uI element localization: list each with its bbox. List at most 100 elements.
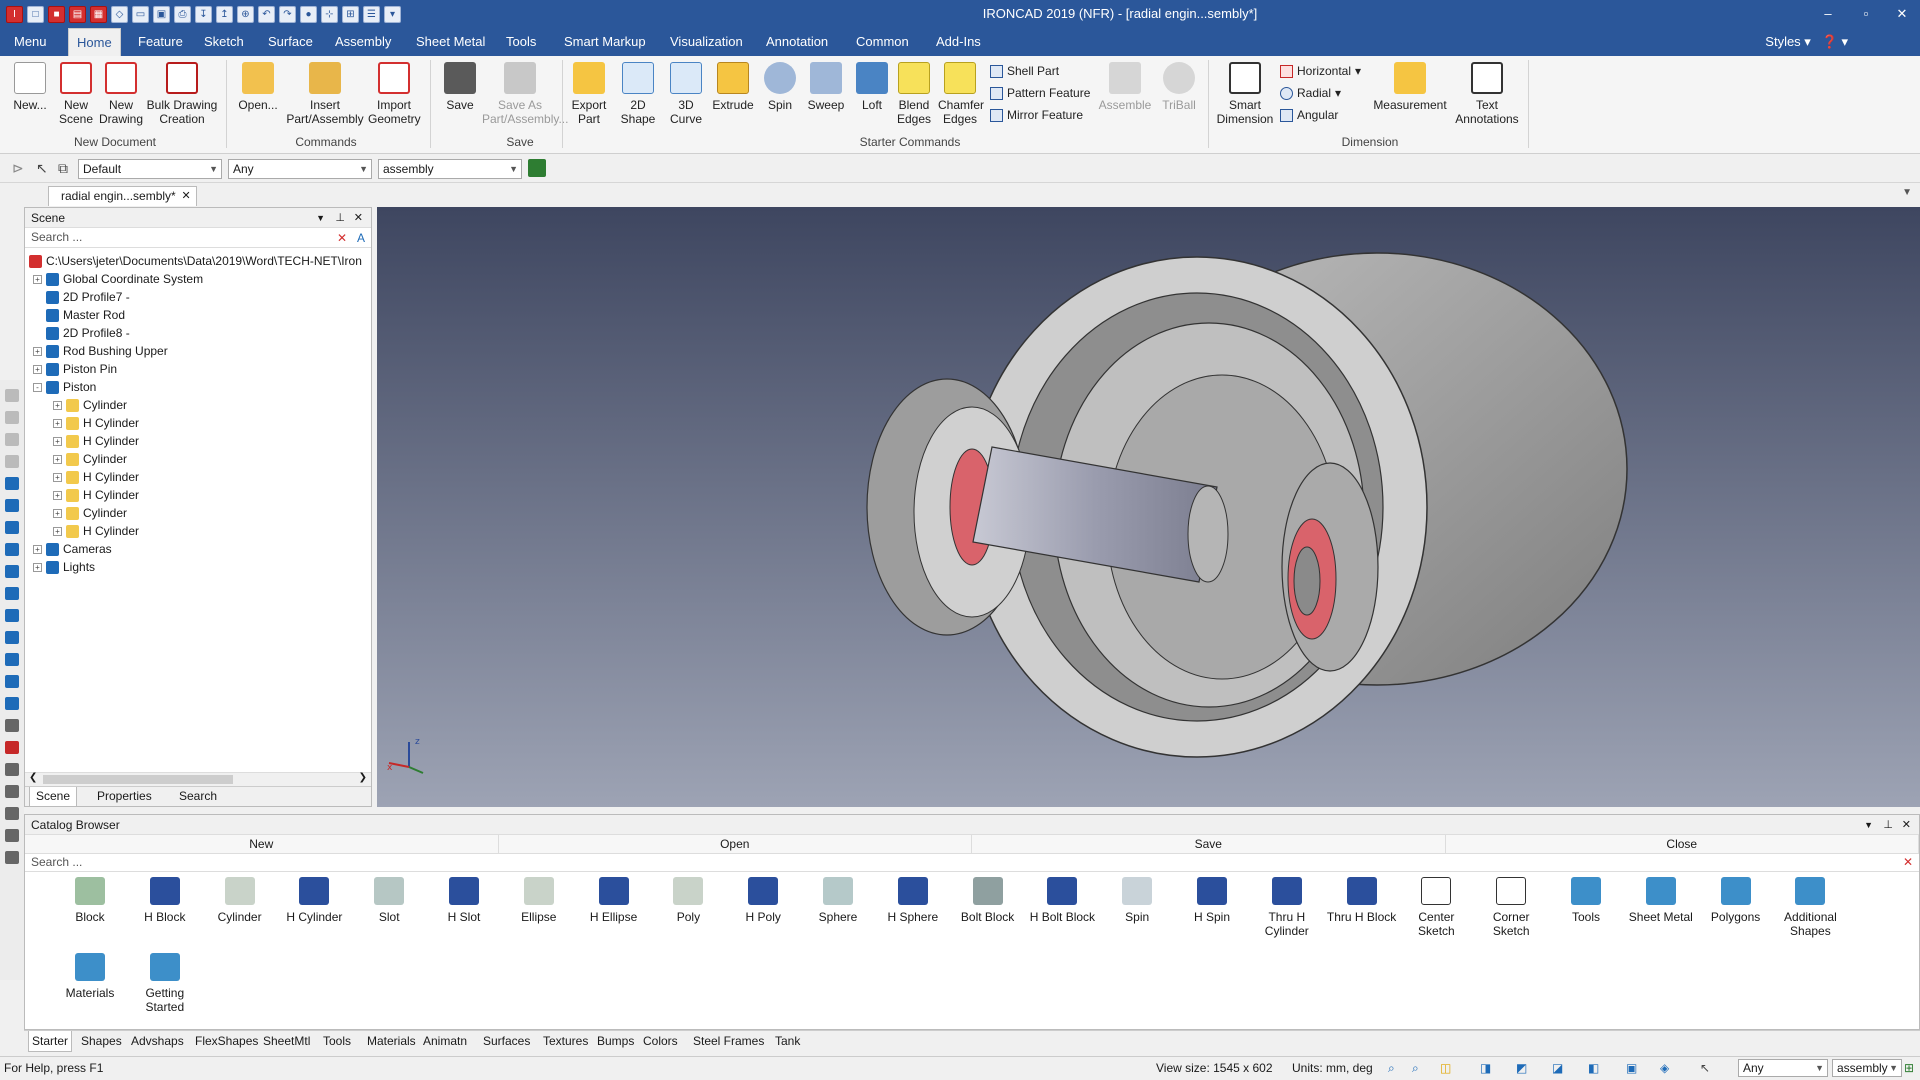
select-icon[interactable]: ↖ [1700, 1057, 1710, 1079]
catalog-item[interactable]: Getting Started [128, 953, 202, 1014]
catalog-item[interactable]: Tools [1549, 877, 1623, 924]
expand-toggle-icon[interactable]: + [53, 400, 62, 410]
catalog-new-button[interactable]: New [25, 835, 499, 853]
view-tool-icon[interactable] [5, 411, 19, 424]
save-as-button[interactable]: Save As Part/Assembly... [482, 62, 568, 126]
view-tool-icon[interactable] [5, 521, 19, 534]
tree-item[interactable]: + Cylinder [53, 450, 127, 468]
expand-toggle-icon[interactable]: + [53, 472, 62, 482]
chevron-down-icon[interactable]: ▼ [1902, 187, 1912, 198]
clear-search-icon[interactable]: ✕ [337, 229, 347, 247]
catalog-open-button[interactable]: Open [499, 835, 972, 853]
import-icon[interactable]: ↧ [195, 5, 212, 23]
expand-toggle-icon[interactable]: + [33, 364, 42, 374]
catalog-item[interactable]: H Bolt Block [1025, 877, 1099, 924]
triball-button[interactable]: TriBall [1156, 62, 1202, 112]
view-tool-icon[interactable] [5, 785, 19, 798]
catalog-tab[interactable]: Tank [772, 1031, 803, 1052]
insert-icon[interactable]: ⊕ [237, 5, 254, 23]
style-combo[interactable]: Default ▼ [78, 159, 222, 179]
level-combo[interactable]: assembly ▼ [378, 159, 522, 179]
catalog-item[interactable]: Corner Sketch [1474, 877, 1548, 938]
tab-feature[interactable]: Feature [130, 28, 191, 56]
view-tool-icon[interactable] [5, 477, 19, 490]
loft-button[interactable]: Loft [850, 62, 894, 112]
expand-toggle-icon[interactable]: + [53, 490, 62, 500]
expand-toggle-icon[interactable]: + [33, 274, 42, 284]
tree-item[interactable]: + H Cylinder [53, 486, 139, 504]
tab-home[interactable]: Home [68, 28, 121, 56]
chevron-down-icon[interactable]: ▼ [316, 208, 325, 228]
tree-item[interactable]: 2D Profile8 - [33, 324, 130, 342]
close-window-button[interactable]: ✕ [1887, 4, 1917, 24]
catalog-item[interactable]: Sphere [801, 877, 875, 924]
catalog-tab[interactable]: Tools [320, 1031, 354, 1052]
catalog-item[interactable]: H Ellipse [577, 877, 651, 924]
catalog-item[interactable]: H Sphere [876, 877, 950, 924]
options-icon[interactable]: ⊞ [342, 5, 359, 23]
shading-icon[interactable]: ◪ [1552, 1057, 1563, 1079]
catalog-search-input[interactable]: Search ... ✕ [25, 854, 1919, 872]
display-icon[interactable]: ◧ [1588, 1057, 1599, 1079]
catalog-tab[interactable]: Shapes [78, 1031, 125, 1052]
pin-icon[interactable]: ⊥ [1883, 815, 1893, 835]
new-button[interactable]: New... [8, 62, 52, 112]
catalog-tab[interactable]: Bumps [594, 1031, 637, 1052]
tree-item[interactable]: + Lights [33, 558, 95, 576]
status-level-combo[interactable]: assembly ▼ [1832, 1059, 1902, 1077]
catalog-item[interactable]: H Cylinder [277, 877, 351, 924]
expand-toggle-icon[interactable]: - [33, 382, 42, 392]
view-tool-icon[interactable] [5, 807, 19, 820]
catalog-tab[interactable]: Animatn [420, 1031, 470, 1052]
tab-annotation[interactable]: Annotation [758, 28, 836, 56]
pin-icon[interactable]: ⊥ [335, 208, 345, 228]
view-tool-icon[interactable] [5, 697, 19, 710]
tab-properties[interactable]: Properties [91, 787, 158, 806]
angular-dimension-button[interactable]: Angular [1280, 108, 1338, 122]
2d-shape-button[interactable]: 2D Shape [616, 62, 660, 126]
catalog-tab[interactable]: SheetMtl [260, 1031, 313, 1052]
catalog-item[interactable]: H Slot [427, 877, 501, 924]
zoom-icon[interactable]: ⌕ [1388, 1057, 1395, 1079]
layout-icon[interactable]: ☰ [363, 5, 380, 23]
view-tool-icon[interactable] [5, 675, 19, 688]
section-view-icon[interactable]: ◩ [1516, 1057, 1527, 1079]
radial-dimension-button[interactable]: Radial ▾ [1280, 86, 1341, 100]
scene-horizontal-scrollbar[interactable]: ❮ ❯ [25, 772, 371, 786]
customize-qat-icon[interactable]: ▾ [384, 5, 401, 23]
new-scene-button[interactable]: New Scene [54, 62, 98, 126]
catalog-item[interactable]: Thru H Block [1325, 877, 1399, 924]
catalog-item[interactable]: Spin [1100, 877, 1174, 924]
scroll-right-icon[interactable]: ❯ [359, 772, 367, 783]
catalog-item[interactable]: Polygons [1699, 877, 1773, 924]
expand-toggle-icon[interactable]: + [53, 436, 62, 446]
scene-search-input[interactable]: Search ... ✕ A [25, 228, 371, 248]
view-tool-icon[interactable] [5, 719, 19, 732]
export-part-button[interactable]: Export Part [566, 62, 612, 126]
catalog-item[interactable]: Bolt Block [951, 877, 1025, 924]
chevron-down-icon[interactable]: ▼ [1864, 815, 1873, 835]
tree-item[interactable]: + H Cylinder [53, 414, 139, 432]
undo-icon[interactable]: ↶ [258, 5, 275, 23]
tab-scene[interactable]: Scene [29, 787, 78, 807]
catalog-tab[interactable]: Materials [364, 1031, 419, 1052]
expand-toggle-icon[interactable]: + [33, 544, 42, 554]
catalog-item[interactable]: Additional Shapes [1773, 877, 1847, 938]
tab-sheet-metal[interactable]: Sheet Metal [408, 28, 493, 56]
tree-item[interactable]: + Global Coordinate System [33, 270, 203, 288]
extrude-button[interactable]: Extrude [710, 62, 756, 112]
new-drawing-icon[interactable]: ▤ [69, 5, 86, 23]
render-icon[interactable]: ● [300, 5, 317, 23]
tab-add-ins[interactable]: Add-Ins [928, 28, 989, 56]
expand-toggle-icon[interactable]: + [53, 418, 62, 428]
spin-button[interactable]: Spin [758, 62, 802, 112]
minimize-button[interactable]: – [1813, 4, 1843, 24]
scene-icon[interactable]: ◇ [111, 5, 128, 23]
scene-tree-root[interactable]: C:\Users\jeter\Documents\Data\2019\Word\… [29, 252, 362, 270]
catalog-tab[interactable]: Advshaps [128, 1031, 187, 1052]
catalog-tab[interactable]: Textures [540, 1031, 591, 1052]
tab-tools[interactable]: Tools [498, 28, 544, 56]
open-button[interactable]: Open... [236, 62, 280, 112]
tab-smart-markup[interactable]: Smart Markup [556, 28, 654, 56]
blend-edges-button[interactable]: Blend Edges [892, 62, 936, 126]
